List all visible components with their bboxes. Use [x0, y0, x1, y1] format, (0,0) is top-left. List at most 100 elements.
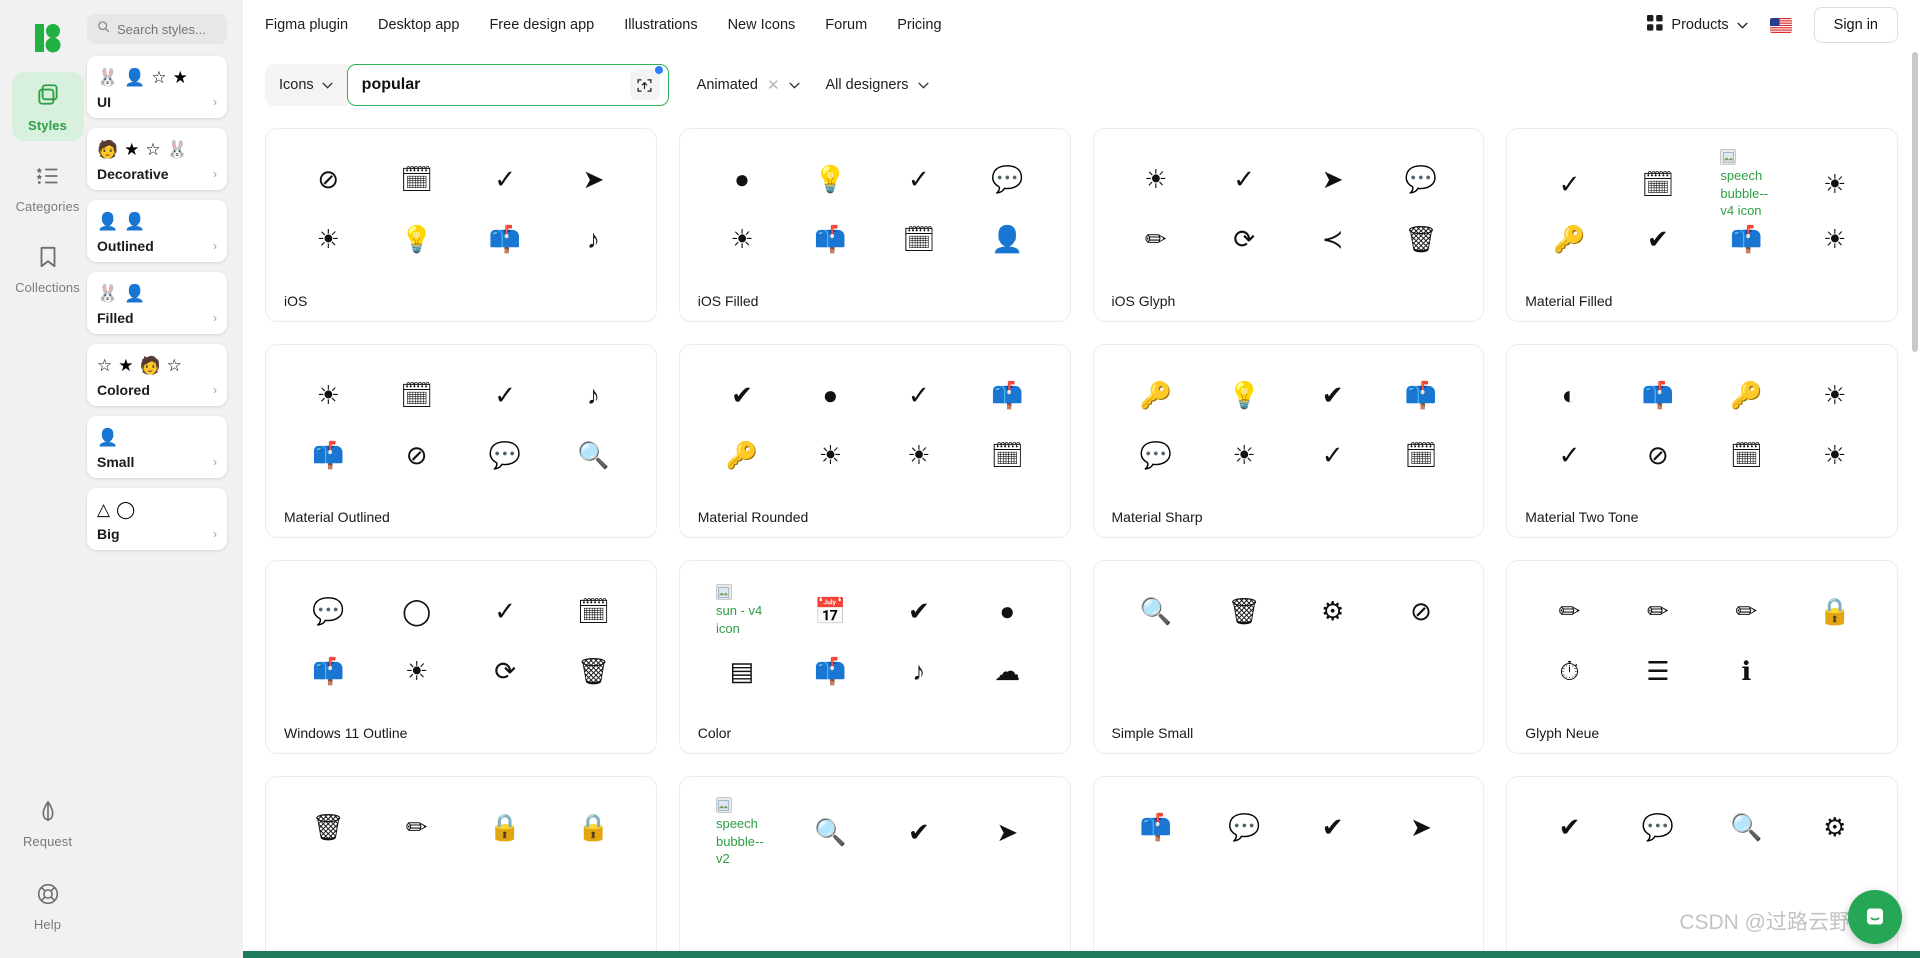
icon-style-card[interactable]: 💬 ◯ ✓ 🗓 📫 ☀ ⟳ 🗑 Windows 11 Outline [265, 560, 657, 754]
icon-style-card[interactable]: ✏ ✏ ✏ 🔒 ⏱ ☰ ℹ Glyph Neue [1506, 560, 1898, 754]
search-icon[interactable]: 🔍 [1730, 814, 1762, 840]
checkmark-circle-icon[interactable]: ⊘ [317, 166, 339, 192]
icon-style-card[interactable]: ☀ ✓ ➤ 💬 ✏ ⟳ ≺ 🗑 iOS Glyph [1092, 128, 1485, 322]
request-button[interactable]: Request [12, 788, 84, 857]
icon-style-card[interactable]: 🗑 ✏ 🔒 🔒 [265, 776, 657, 958]
pencil-icon[interactable]: ✏ [406, 814, 428, 840]
icon-style-card[interactable]: ◐ 📫 🔑 ☀ ✓ ⊘ 🗓 ☀ Material Two Tone [1506, 344, 1898, 538]
calendar-icon[interactable]: 🗓 [991, 442, 1024, 468]
style-card-colored[interactable]: ☆ ★ 🧑 ☆ Colored › [87, 344, 227, 406]
lightbulb-icon[interactable]: 💡 [1228, 382, 1260, 408]
help-button[interactable]: Help [12, 871, 84, 940]
sun-broken-image[interactable]: sun - v4 icon [715, 584, 768, 637]
checkmark-icon[interactable]: ✓ [908, 166, 930, 192]
key-icon[interactable]: 🔑 [1553, 226, 1585, 252]
icon-style-card[interactable]: 📫 💬 ✔ ➤ [1092, 776, 1485, 958]
style-card-outlined[interactable]: 👤 👤 Outlined › [87, 200, 227, 262]
sun-icon[interactable]: ☀ [1823, 382, 1846, 408]
speech-bubble-icon[interactable]: 💬 [991, 166, 1023, 192]
mailbox-icon[interactable]: 📫 [1642, 382, 1674, 408]
icon-style-card[interactable]: sun - v4 icon 📅 ✔ ● ▤ 📫 ♪ ☁ Color [678, 560, 1071, 754]
trash-icon[interactable]: 🗑 [577, 658, 610, 684]
sun-icon[interactable]: ☀ [1144, 166, 1167, 192]
user-icon[interactable]: 👤 [991, 226, 1023, 252]
search-box[interactable] [346, 64, 669, 106]
icon-style-card[interactable]: 🔍 🗑 ⚙ ⊘ Simple Small [1092, 560, 1485, 754]
icon-style-card[interactable]: ✓ 🗓 speech bubble--v4 icon ☀ 🔑 ✔ 📫 ☀ Material Fi… [1506, 128, 1898, 322]
checkmark-icon[interactable]: ✔ [908, 819, 930, 845]
gear-icon[interactable]: ⚙ [1321, 598, 1344, 624]
nav-link-free-design-app[interactable]: Free design app [489, 17, 594, 33]
mailbox-icon[interactable]: 📫 [814, 658, 846, 684]
speech-bubble-icon[interactable]: 💬 [1140, 442, 1172, 468]
us-flag-icon[interactable] [1769, 17, 1792, 33]
check-circle-icon[interactable]: ⊘ [406, 442, 428, 468]
mailbox-icon[interactable]: 📫 [1140, 814, 1172, 840]
lock-icon[interactable]: 🔒 [1819, 598, 1851, 624]
close-icon[interactable]: ✕ [767, 76, 780, 94]
mailbox-icon[interactable]: 📫 [489, 226, 521, 252]
cursor-icon[interactable]: ➤ [1322, 166, 1344, 192]
calendar-icon[interactable]: 🗓 [400, 382, 433, 408]
music-note-icon[interactable]: ♪ [587, 226, 600, 252]
circle-icon[interactable]: ◐ [1562, 382, 1578, 408]
nav-link-pricing[interactable]: Pricing [897, 17, 941, 33]
info-icon[interactable]: ℹ [1741, 658, 1751, 684]
calendar-icon[interactable]: 🗓 [1405, 442, 1438, 468]
icon-style-card[interactable]: ● 💡 ✓ 💬 ☀ 📫 🗓 👤 iOS Filled [678, 128, 1071, 322]
sun-icon[interactable]: ☀ [405, 658, 428, 684]
icon-style-card[interactable]: ☀ 🗓 ✓ ♪ 📫 ⊘ 💬 🔍 Material Outlined [265, 344, 657, 538]
style-card-ui[interactable]: 🐰 👤 ☆ ★ UI › [87, 56, 227, 118]
chat-widget[interactable] [1848, 890, 1902, 944]
checkmark-icon[interactable]: ✔ [1322, 814, 1344, 840]
sun-icon[interactable]: ☀ [317, 382, 340, 408]
icon-style-card[interactable]: ✔ ● ✓ 📫 🔑 ☀ ☀ 🗓 Material Rounded [678, 344, 1071, 538]
nav-link-desktop-app[interactable]: Desktop app [378, 17, 459, 33]
checkmark-icon[interactable]: ✔ [908, 598, 930, 624]
share-icon[interactable]: ≺ [1322, 226, 1344, 252]
circle-filled-icon[interactable]: ● [823, 382, 839, 408]
calendar-icon[interactable]: 📅 [814, 598, 846, 624]
trash-icon[interactable]: 🗑 [1228, 598, 1261, 624]
sidebar-item-styles[interactable]: Styles [11, 72, 84, 141]
circle-icon[interactable]: ◯ [402, 598, 431, 624]
filter-animated[interactable]: Animated ✕ [697, 76, 800, 94]
key-icon[interactable]: 🔑 [726, 442, 758, 468]
cursor-icon[interactable]: ➤ [583, 166, 605, 192]
calendar-icon[interactable]: 🗓 [577, 598, 610, 624]
checkmark-icon[interactable]: ✓ [1233, 166, 1255, 192]
cursor-icon[interactable]: ➤ [996, 819, 1018, 845]
sun-icon[interactable]: ☀ [730, 226, 753, 252]
sun-icon[interactable]: ☀ [819, 442, 842, 468]
speech-bubble-icon[interactable]: 💬 [489, 442, 521, 468]
mailbox-icon[interactable]: 📫 [312, 442, 344, 468]
checkmark-icon[interactable]: ✓ [494, 166, 516, 192]
calendar-icon[interactable]: 🗓 [902, 226, 935, 252]
calendar-icon[interactable]: 🗓 [400, 166, 433, 192]
pencil-icon[interactable]: ✏ [1559, 598, 1581, 624]
checkmark-icon[interactable]: ✓ [494, 382, 516, 408]
icon-style-card[interactable]: ⊘ 🗓 ✓ ➤ ☀ 💡 📫 ♪ iOS [265, 128, 657, 322]
mailbox-icon[interactable]: 📫 [312, 658, 344, 684]
checkmark-icon[interactable]: ✓ [1559, 171, 1581, 197]
icons8-logo[interactable] [26, 16, 70, 60]
nav-link-illustrations[interactable]: Illustrations [624, 17, 697, 33]
mailbox-icon[interactable]: 📫 [814, 226, 846, 252]
checkmark-icon[interactable]: ✓ [1322, 442, 1344, 468]
key-icon[interactable]: 🔑 [1140, 382, 1172, 408]
music-note-icon[interactable]: ♪ [587, 382, 600, 408]
sun-icon[interactable]: ☀ [317, 226, 340, 252]
refresh-icon[interactable]: ⟳ [494, 658, 516, 684]
style-card-filled[interactable]: 🐰 👤 Filled › [87, 272, 227, 334]
lock-icon[interactable]: 🔒 [577, 814, 609, 840]
lightbulb-icon[interactable]: 💡 [400, 226, 432, 252]
lock-icon[interactable]: 🔒 [489, 814, 521, 840]
gear-icon[interactable]: ⚙ [1823, 814, 1846, 840]
check-circle-icon[interactable]: ✔ [1322, 382, 1344, 408]
sun-icon[interactable]: ☀ [1233, 442, 1256, 468]
lightbulb-icon[interactable]: 💡 [814, 166, 846, 192]
products-menu[interactable]: Products [1647, 15, 1748, 35]
sun-icon[interactable]: ☀ [1823, 171, 1846, 197]
mailbox-icon[interactable]: 📫 [991, 382, 1023, 408]
pencil-icon[interactable]: ✏ [1735, 598, 1757, 624]
